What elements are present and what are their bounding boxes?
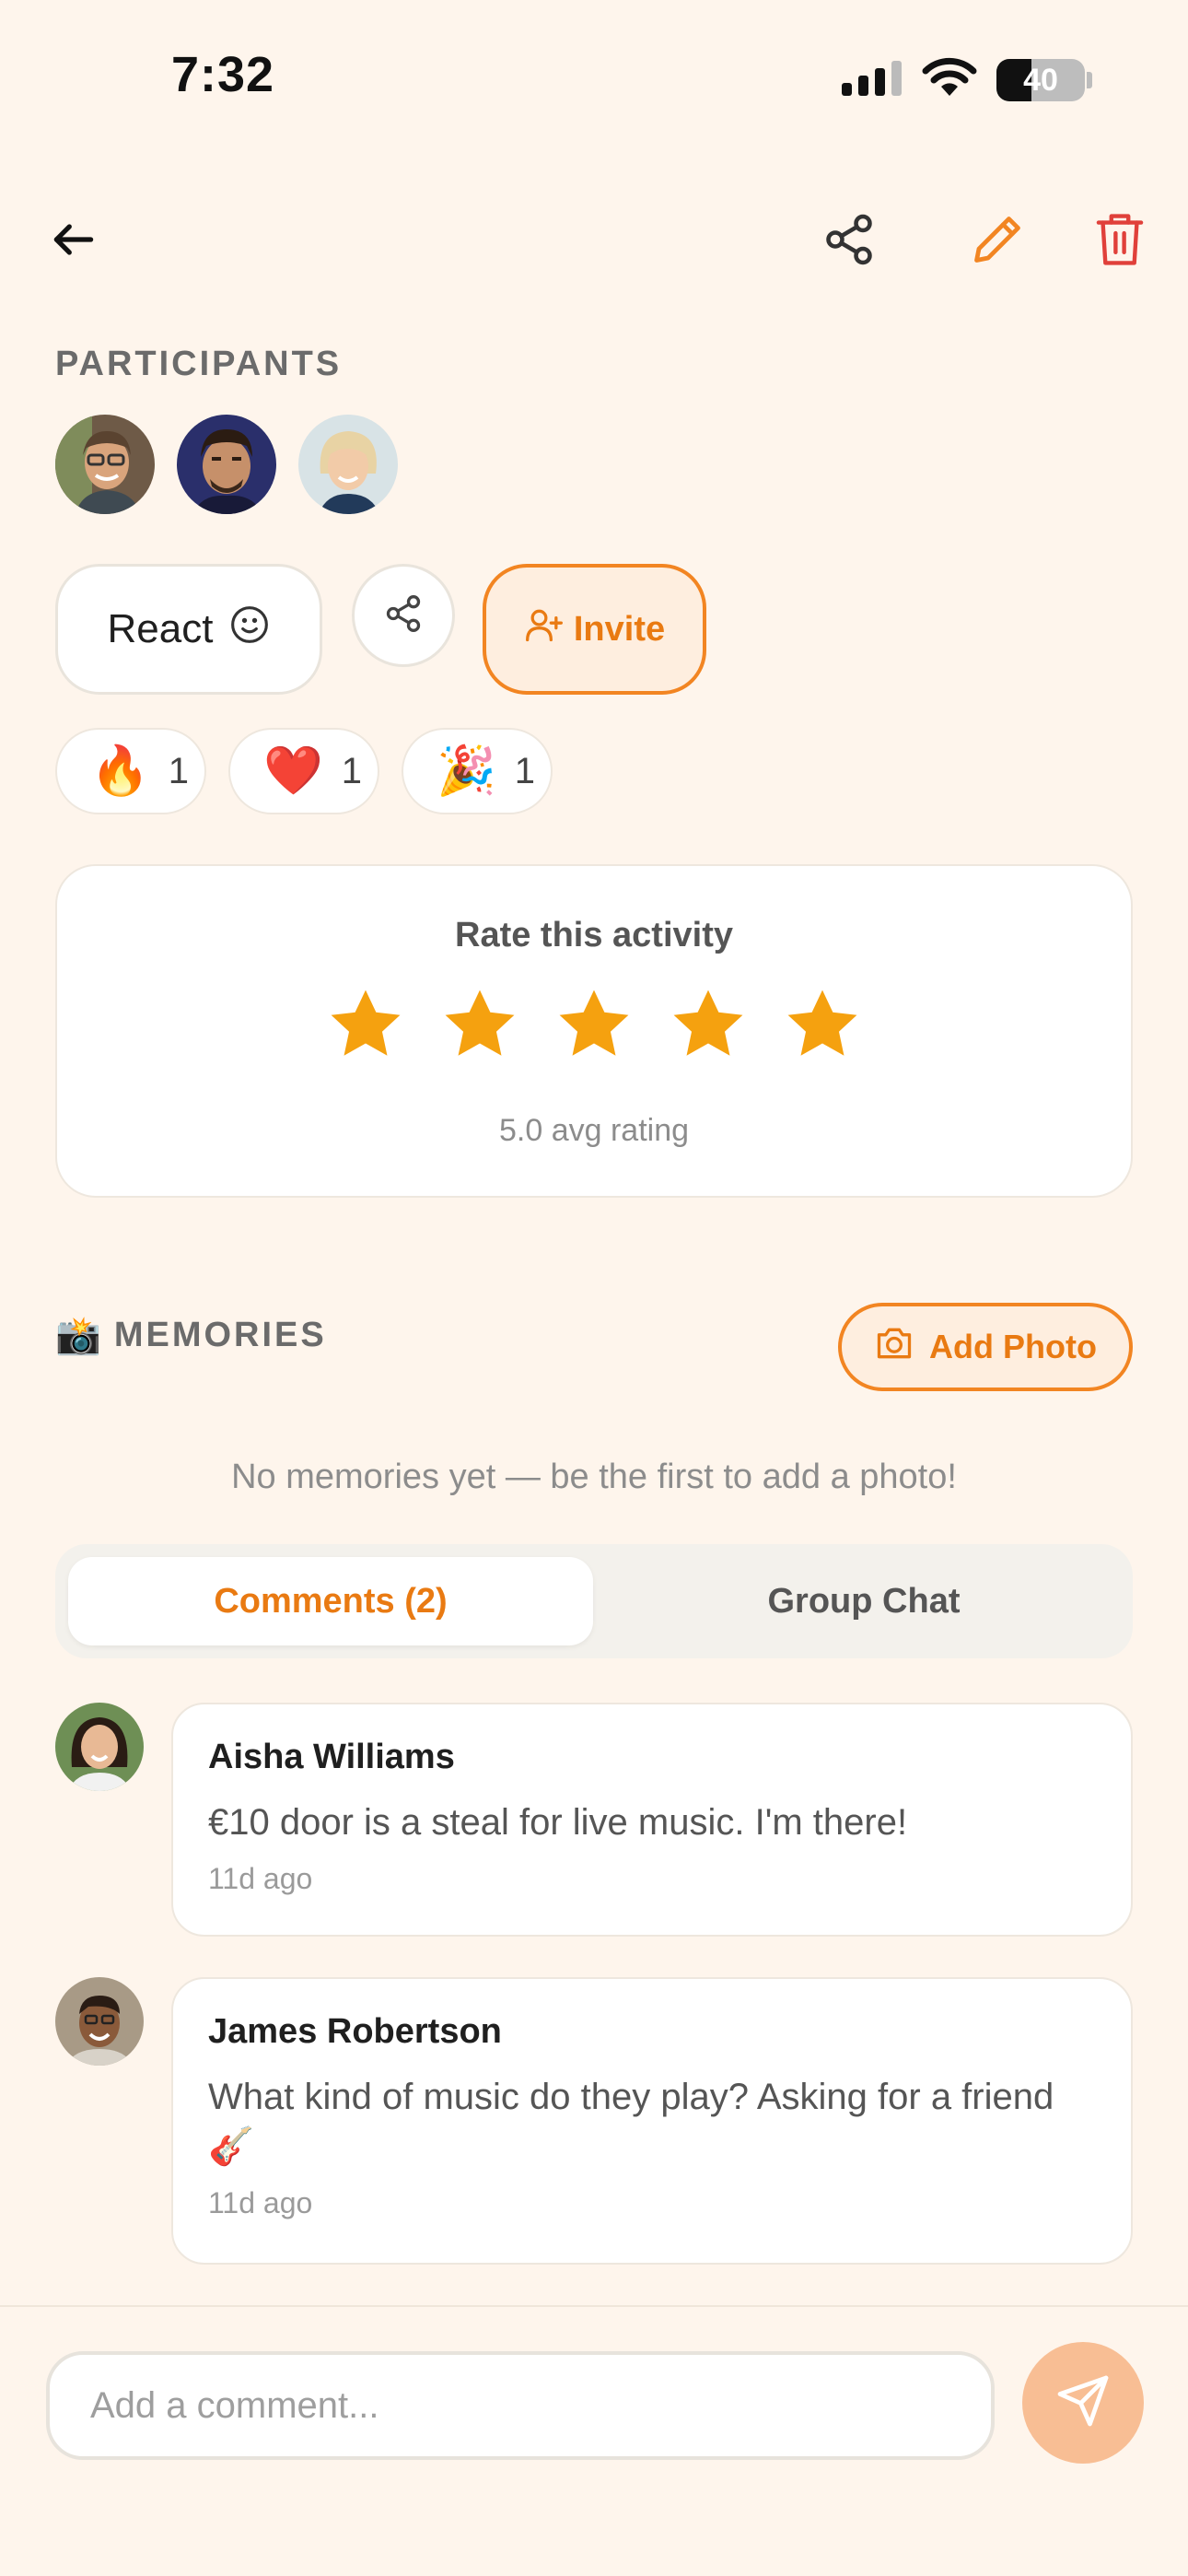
reaction-heart[interactable]: ❤️ 1 xyxy=(228,728,379,814)
party-popper-emoji-icon: 🎉 xyxy=(437,744,496,798)
react-label: React xyxy=(107,606,214,651)
comment-avatar[interactable] xyxy=(55,1977,144,2066)
trash-icon[interactable] xyxy=(1096,212,1144,272)
battery-cap xyxy=(1087,72,1092,88)
battery-icon: 40 xyxy=(996,59,1085,101)
memories-header: 📸 MEMORIES xyxy=(55,1314,327,1357)
comment-timestamp: 11d ago xyxy=(208,2186,313,2219)
participant-avatar-1[interactable] xyxy=(55,415,155,514)
comment-text: What kind of music do they play? Asking … xyxy=(208,2077,1054,2167)
star-icon[interactable] xyxy=(668,984,749,1070)
send-button[interactable] xyxy=(1022,2342,1144,2464)
react-button[interactable]: React xyxy=(55,564,322,695)
memories-empty-state: No memories yet — be the first to add a … xyxy=(231,1458,957,1496)
fire-emoji-icon: 🔥 xyxy=(90,744,150,798)
reaction-fire[interactable]: 🔥 1 xyxy=(55,728,206,814)
star-rating[interactable] xyxy=(57,984,1131,1070)
comments-tabs: Comments (2) Group Chat xyxy=(55,1544,1133,1658)
invite-button[interactable]: Invite xyxy=(483,564,706,695)
share-icon[interactable] xyxy=(821,212,877,272)
comment-author: Aisha Williams xyxy=(208,1738,455,1776)
comment-input[interactable] xyxy=(46,2351,995,2460)
rating-title: Rate this activity xyxy=(455,916,733,954)
invite-label: Invite xyxy=(573,609,666,649)
add-photo-button[interactable]: Add Photo xyxy=(838,1303,1133,1391)
comment-card: James Robertson What kind of music do th… xyxy=(171,1977,1133,2265)
rating-card: Rate this activity 5.0 avg rating xyxy=(55,864,1133,1198)
memories-label: MEMORIES xyxy=(113,1316,327,1354)
smiley-icon xyxy=(229,604,270,655)
participants-label: PARTICIPANTS xyxy=(55,345,343,383)
edit-pencil-icon[interactable] xyxy=(970,212,1025,272)
status-time: 7:32 xyxy=(171,47,275,102)
camera-icon xyxy=(874,1323,914,1372)
star-icon[interactable] xyxy=(553,984,635,1070)
reaction-count: 1 xyxy=(514,750,535,791)
comment-text: €10 door is a steal for live music. I'm … xyxy=(208,1802,908,1843)
back-arrow-icon[interactable] xyxy=(48,214,99,270)
send-icon xyxy=(1055,2373,1111,2433)
rating-average: 5.0 avg rating xyxy=(498,1113,690,1148)
star-icon[interactable] xyxy=(782,984,863,1070)
comment-author: James Robertson xyxy=(208,2012,502,2051)
star-icon[interactable] xyxy=(439,984,520,1070)
comment-avatar[interactable] xyxy=(55,1703,144,1791)
reaction-count: 1 xyxy=(168,750,189,791)
battery-percent: 40 xyxy=(1023,62,1058,98)
reaction-party[interactable]: 🎉 1 xyxy=(402,728,553,814)
wifi-icon xyxy=(921,55,978,102)
participant-avatar-2[interactable] xyxy=(177,415,276,514)
add-photo-label: Add Photo xyxy=(929,1328,1097,1365)
tab-comments[interactable]: Comments (2) xyxy=(68,1557,593,1645)
share-icon xyxy=(383,593,424,638)
share-button[interactable] xyxy=(352,564,455,667)
heart-emoji-icon: ❤️ xyxy=(263,744,323,798)
cellular-signal-icon xyxy=(842,61,902,96)
composer-divider xyxy=(0,2305,1188,2307)
star-icon[interactable] xyxy=(325,984,406,1070)
comment-card: Aisha Williams €10 door is a steal for l… xyxy=(171,1703,1133,1937)
reaction-count: 1 xyxy=(341,750,362,791)
comment-timestamp: 11d ago xyxy=(208,1862,313,1895)
tab-group-chat[interactable]: Group Chat xyxy=(608,1557,1120,1645)
participant-avatar-3[interactable] xyxy=(298,415,398,514)
add-user-icon xyxy=(524,604,565,654)
camera-flash-emoji-icon: 📸 xyxy=(55,1316,101,1356)
